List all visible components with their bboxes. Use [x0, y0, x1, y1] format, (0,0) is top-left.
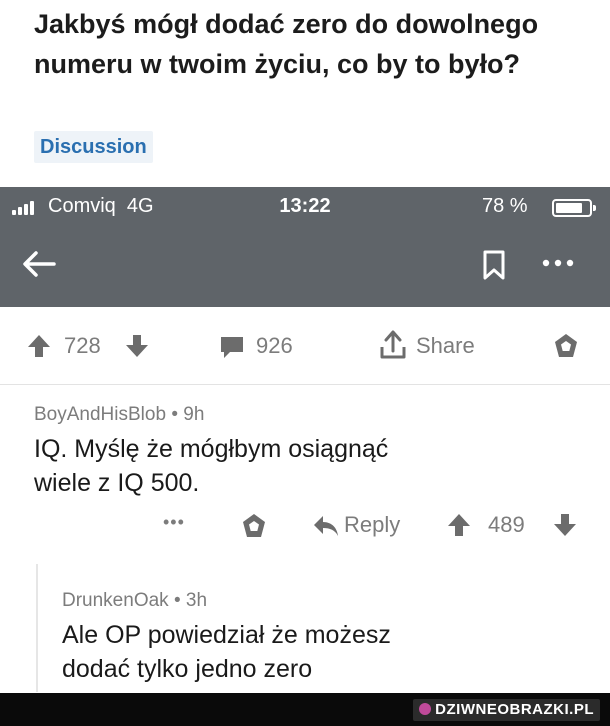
post-flair[interactable]: Discussion — [34, 131, 153, 163]
watermark-bar: DZIWNEOBRAZKI.PL — [0, 693, 610, 726]
upvote-icon[interactable] — [446, 512, 472, 544]
status-bar: Comviq 4G 13:22 78 % — [0, 187, 610, 227]
back-arrow-icon[interactable] — [20, 249, 60, 279]
downvote-icon[interactable] — [124, 333, 150, 363]
app-top-bar: Comviq 4G 13:22 78 % — [0, 187, 610, 307]
comment-body: Ale OP powiedział że możesz dodać tylko … — [62, 618, 391, 686]
post-score: 728 — [64, 333, 101, 358]
upvote-icon[interactable] — [26, 333, 52, 363]
comment-meta: DrunkenOak • 3h — [62, 590, 207, 612]
comment-author[interactable]: DrunkenOak — [62, 590, 169, 611]
award-icon[interactable] — [552, 332, 580, 362]
post-action-bar: 728 926 Share — [0, 307, 610, 385]
post-header: Jakbyś mógł dodać zero do dowolnego nume… — [0, 0, 610, 187]
comment: BoyAndHisBlob • 9h IQ. Myślę że mógłbym … — [0, 386, 610, 564]
comment-count: 926 — [256, 333, 293, 358]
comment-reply: DrunkenOak • 3h Ale OP powiedział że moż… — [0, 564, 610, 692]
reply-button[interactable]: Reply — [344, 510, 400, 540]
meta-separator: • — [173, 590, 181, 611]
site-watermark: DZIWNEOBRAZKI.PL — [413, 699, 600, 721]
comment-action-bar: ••• Reply 489 — [0, 506, 610, 546]
comment-author[interactable]: BoyAndHisBlob — [34, 404, 166, 425]
share-icon[interactable] — [378, 329, 408, 359]
comment-body-line: dodać tylko jedno zero — [62, 655, 313, 683]
comment-age: 3h — [185, 590, 208, 611]
comment-body-line: Ale OP powiedział że możesz — [62, 621, 391, 649]
comment-score: 489 — [488, 512, 525, 537]
comment-icon[interactable] — [218, 334, 246, 364]
comment-more-icon[interactable]: ••• — [163, 512, 185, 533]
bookmark-icon[interactable] — [480, 249, 508, 281]
share-button[interactable]: Share — [416, 331, 475, 361]
thread-line[interactable] — [36, 564, 38, 692]
downvote-icon[interactable] — [552, 512, 578, 544]
watermark-text: DZIWNEOBRAZKI.PL — [435, 701, 594, 718]
comment-age: 9h — [183, 404, 205, 425]
more-options-icon[interactable] — [538, 253, 578, 273]
award-icon[interactable] — [240, 512, 268, 546]
post-title: Jakbyś mógł dodać zero do dowolnego nume… — [34, 9, 539, 79]
comment-meta: BoyAndHisBlob • 9h — [34, 404, 204, 426]
reply-icon[interactable] — [312, 514, 340, 544]
comment-body: IQ. Myślę że mógłbym osiągnąć wiele z IQ… — [34, 432, 388, 500]
comment-body-line: wiele z IQ 500. — [34, 469, 200, 497]
battery-percent: 78 % — [482, 195, 528, 217]
battery-icon — [552, 199, 596, 217]
meta-separator: • — [171, 404, 178, 425]
watermark-logo-icon — [419, 703, 432, 715]
comment-body-line: IQ. Myślę że mógłbym osiągnąć — [34, 435, 389, 463]
